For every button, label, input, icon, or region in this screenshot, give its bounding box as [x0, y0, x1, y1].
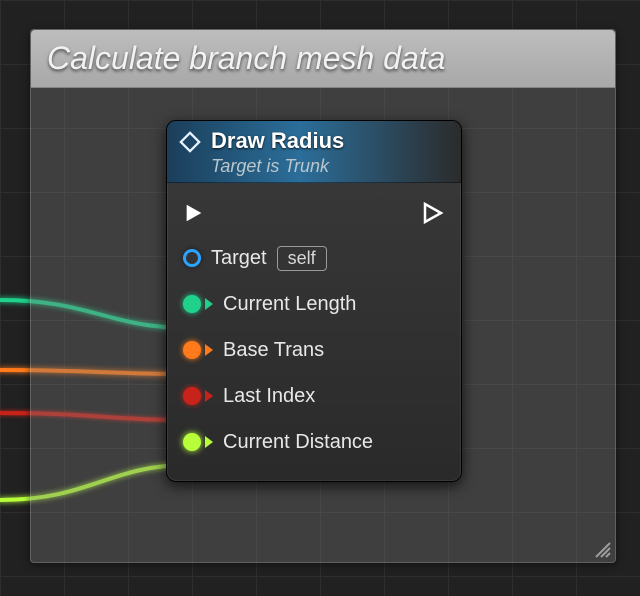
exec-row: [181, 195, 447, 235]
pin-arrow-icon: [205, 344, 213, 356]
pin-label: Current Distance: [223, 431, 373, 454]
pin-label: Last Index: [223, 385, 315, 408]
node-header[interactable]: Draw Radius Target is Trunk: [167, 121, 461, 183]
pin-arrow-icon: [205, 298, 213, 310]
transform-pin-icon[interactable]: [183, 341, 201, 359]
float-pin-icon[interactable]: [183, 433, 201, 451]
pin-label: Base Trans: [223, 339, 324, 362]
input-pin-current-length[interactable]: Current Length: [181, 281, 447, 327]
resize-grip-icon[interactable]: [593, 540, 611, 558]
int-pin-icon[interactable]: [183, 387, 201, 405]
target-self-value[interactable]: self: [277, 246, 327, 271]
input-pin-base-trans[interactable]: Base Trans: [181, 327, 447, 373]
pin-label-target: Target: [211, 247, 267, 270]
input-pin-last-index[interactable]: Last Index: [181, 373, 447, 419]
function-node-draw-radius[interactable]: Draw Radius Target is Trunk Target self …: [166, 120, 462, 482]
pin-label: Current Length: [223, 293, 356, 316]
pin-arrow-icon: [205, 436, 213, 448]
exec-input-pin[interactable]: [183, 202, 205, 229]
comment-title[interactable]: Calculate branch mesh data: [31, 30, 615, 88]
node-body: Target self Current Length Base Trans La…: [167, 183, 461, 481]
input-pin-current-distance[interactable]: Current Distance: [181, 419, 447, 465]
float-pin-icon[interactable]: [183, 295, 201, 313]
function-icon: [179, 131, 201, 153]
node-subtitle: Target is Trunk: [211, 156, 344, 177]
comment-title-text: Calculate branch mesh data: [47, 40, 445, 77]
target-input-pin-row[interactable]: Target self: [181, 235, 447, 281]
pin-arrow-icon: [205, 390, 213, 402]
node-title-block: Draw Radius Target is Trunk: [211, 128, 344, 177]
node-title: Draw Radius: [211, 128, 344, 154]
exec-output-pin[interactable]: [421, 201, 445, 230]
object-pin-icon[interactable]: [183, 249, 201, 267]
